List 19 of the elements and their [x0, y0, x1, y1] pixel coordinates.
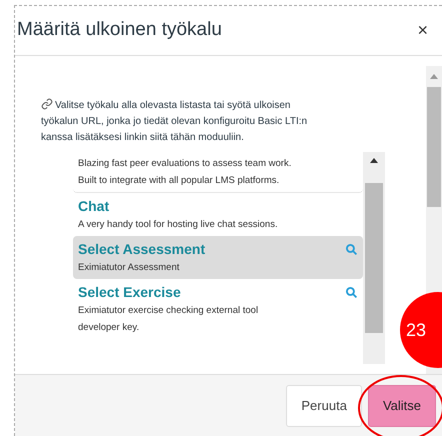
- link-icon: [41, 98, 53, 110]
- scrollbar-thumb[interactable]: [427, 87, 441, 207]
- scroll-up-icon[interactable]: [370, 158, 378, 163]
- cancel-button[interactable]: Peruuta: [286, 384, 362, 426]
- intro-text: Valitse työkalu alla olevasta listasta tai syötä ulkoisen työkalun URL, jonka jo tiedät olevan konfiguroitu Basic LTI:n kanssa lisätäksesi linkin siitä tähän moduuliin.: [41, 98, 308, 145]
- tool-description: Blazing fast peer evaluations to assess team work. Built to integrate with all popular LMS platforms.: [78, 157, 292, 188]
- dialog-title: Määritä ulkoinen työkalu: [17, 18, 222, 42]
- tool-description: A very handy tool for hosting live chat sessions.: [78, 218, 279, 232]
- tool-item[interactable]: Select Assessment Eximiatutor Assessment: [73, 236, 363, 279]
- list-scrollbar[interactable]: [363, 152, 385, 364]
- tool-name: Select Exercise: [78, 283, 181, 302]
- close-button[interactable]: ×: [417, 17, 428, 44]
- tool-name: Select Assessment: [78, 240, 206, 259]
- tool-description: Eximiatutor exercise checking external tool developer key.: [78, 304, 260, 335]
- tool-description: Eximiatutor Assessment: [78, 261, 180, 275]
- scrollbar-thumb[interactable]: [365, 183, 383, 333]
- tool-name: Chat: [78, 197, 110, 216]
- select-button[interactable]: Valitse: [368, 384, 436, 426]
- notification-badge: 23: [400, 292, 442, 368]
